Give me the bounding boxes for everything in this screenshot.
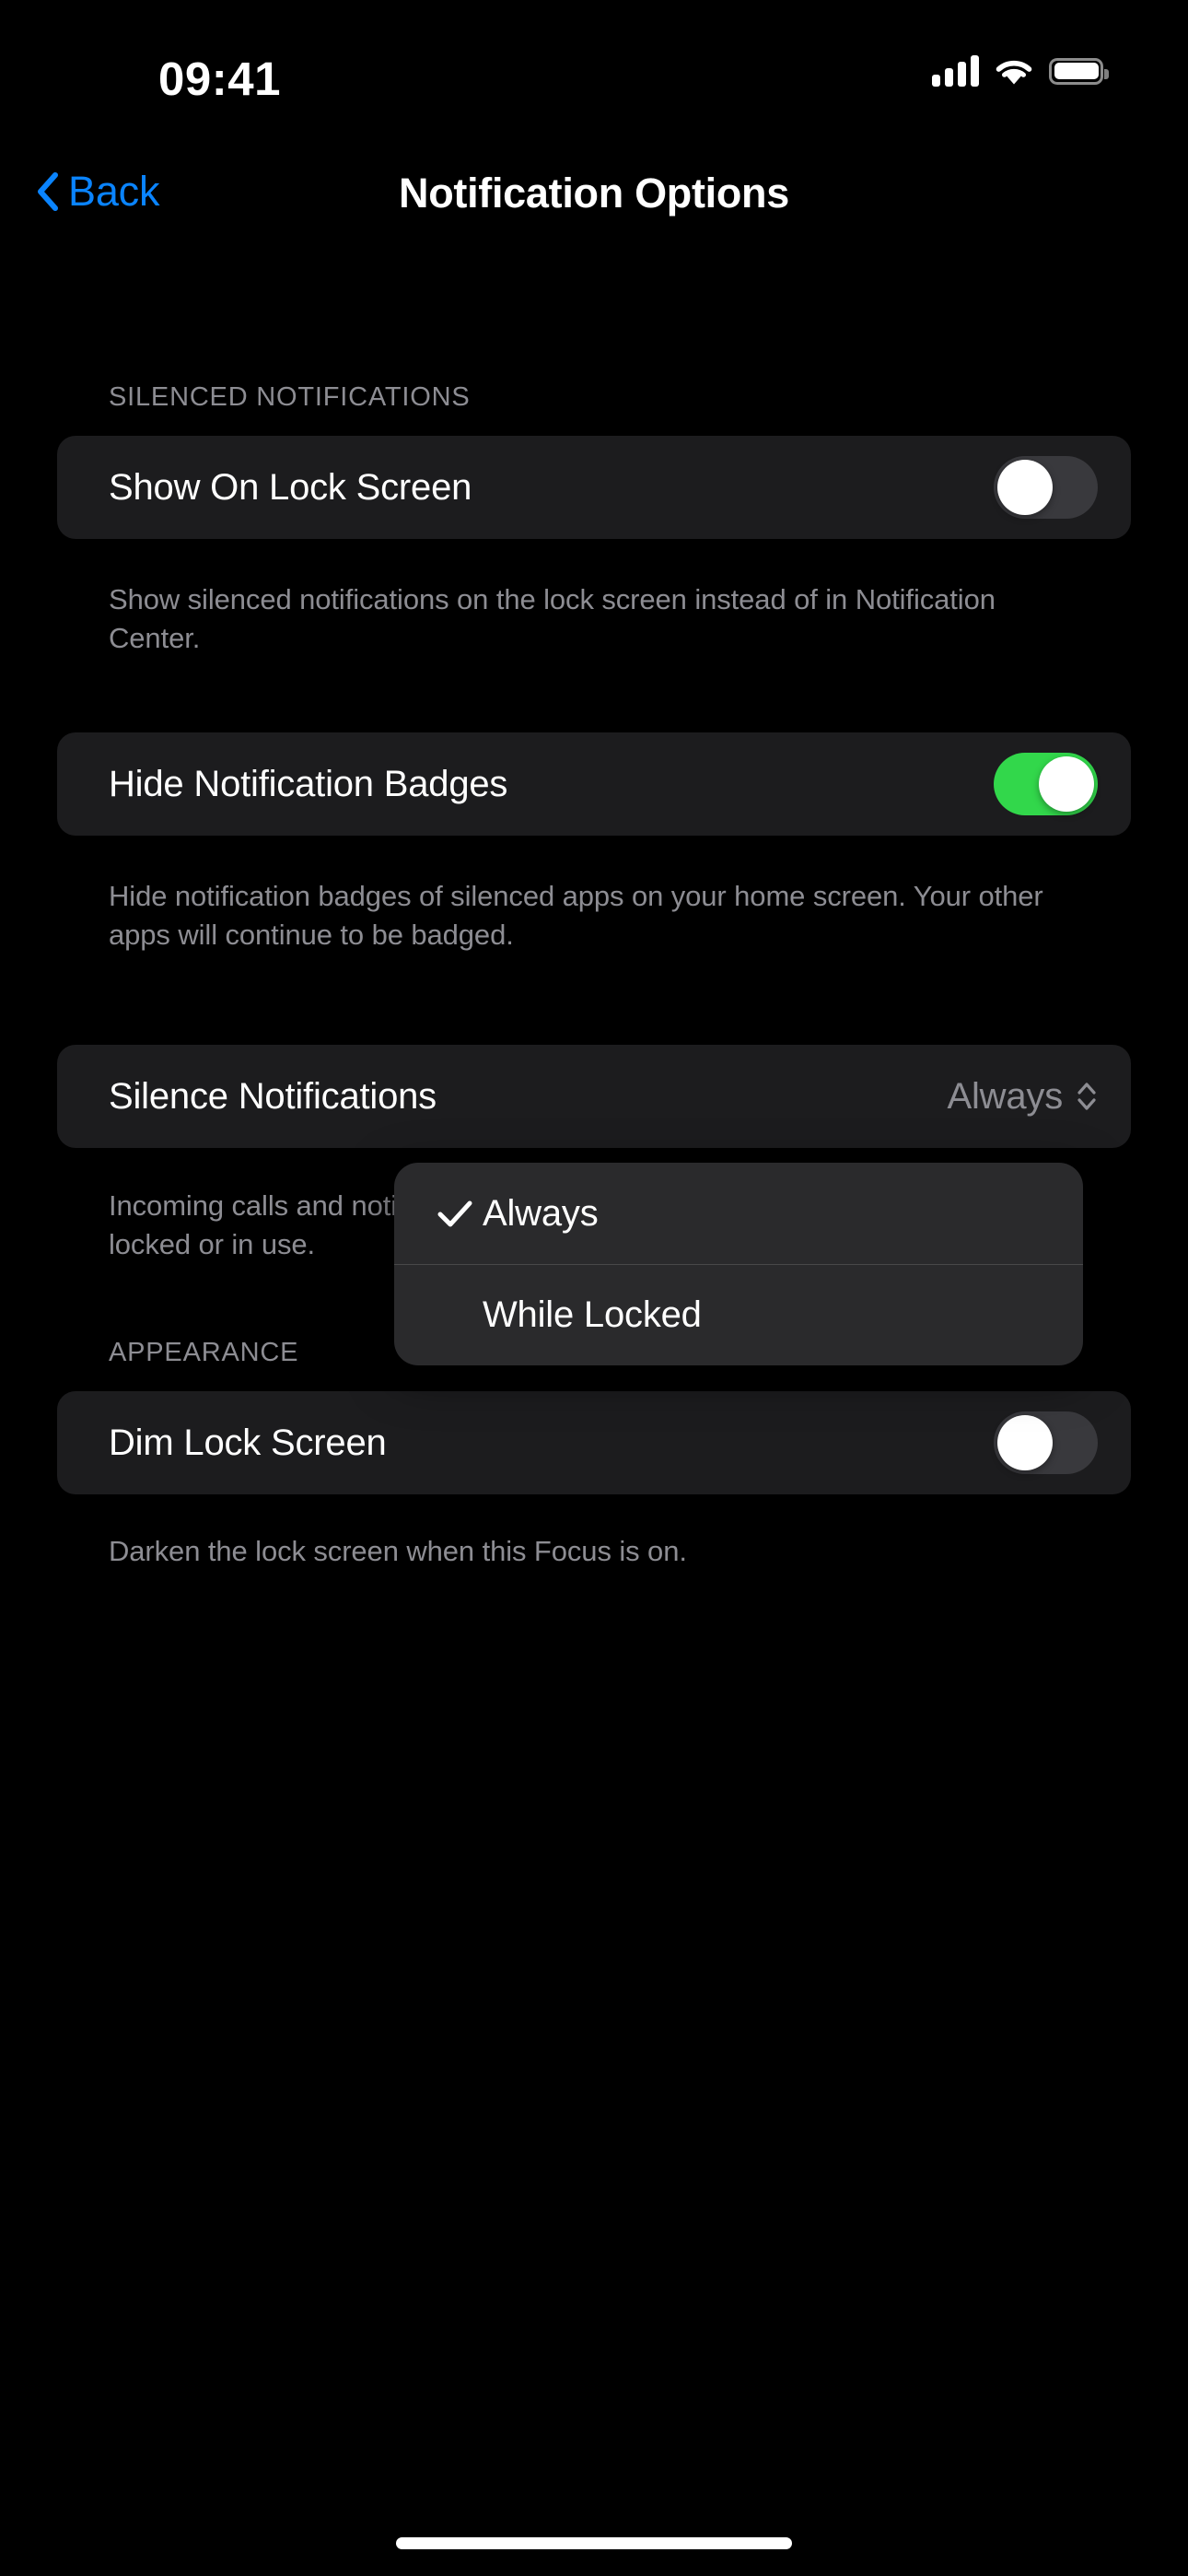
silence-notifications-popup-menu: Always While Locked bbox=[394, 1163, 1083, 1365]
toggle-knob bbox=[1039, 756, 1094, 812]
home-indicator bbox=[396, 2537, 792, 2549]
checkmark-icon bbox=[437, 1200, 472, 1227]
toggle-dim-lock-screen[interactable] bbox=[994, 1411, 1098, 1474]
row-value-silence-notifications: Always bbox=[947, 1075, 1064, 1117]
row-silence-notifications[interactable]: Silence Notifications Always bbox=[57, 1045, 1131, 1148]
menu-item-always[interactable]: Always bbox=[394, 1163, 1083, 1264]
row-label: Hide Notification Badges bbox=[109, 763, 508, 804]
row-label: Show On Lock Screen bbox=[109, 466, 472, 508]
menu-item-label: While Locked bbox=[483, 1294, 702, 1335]
toggle-show-on-lock-screen[interactable] bbox=[994, 456, 1098, 519]
menu-item-no-check bbox=[435, 1297, 483, 1334]
toggle-knob bbox=[997, 1415, 1053, 1470]
footer-dim-lock-screen: Darken the lock screen when this Focus i… bbox=[109, 1535, 687, 1567]
row-dim-lock-screen[interactable]: Dim Lock Screen bbox=[57, 1391, 1131, 1494]
row-show-on-lock-screen[interactable]: Show On Lock Screen bbox=[57, 436, 1131, 539]
toggle-hide-notification-badges[interactable] bbox=[994, 753, 1098, 815]
section-header-appearance: APPEARANCE bbox=[109, 1338, 299, 1367]
chevron-up-down-icon bbox=[1077, 1083, 1096, 1110]
row-label: Silence Notifications bbox=[109, 1075, 437, 1117]
footer-hide-notification-badges: Hide notification badges of silenced app… bbox=[109, 880, 1043, 951]
section-header-silenced-notifications: SILENCED NOTIFICATIONS bbox=[109, 382, 471, 412]
iphone-screen: 09:41 Back Notification Options SILENCED… bbox=[0, 0, 1188, 2576]
footer-show-on-lock-screen: Show silenced notifications on the lock … bbox=[109, 583, 996, 654]
row-label: Dim Lock Screen bbox=[109, 1422, 387, 1463]
menu-item-label: Always bbox=[483, 1192, 599, 1234]
row-hide-notification-badges[interactable]: Hide Notification Badges bbox=[57, 732, 1131, 836]
menu-item-while-locked[interactable]: While Locked bbox=[394, 1264, 1083, 1365]
toggle-knob bbox=[997, 460, 1053, 515]
